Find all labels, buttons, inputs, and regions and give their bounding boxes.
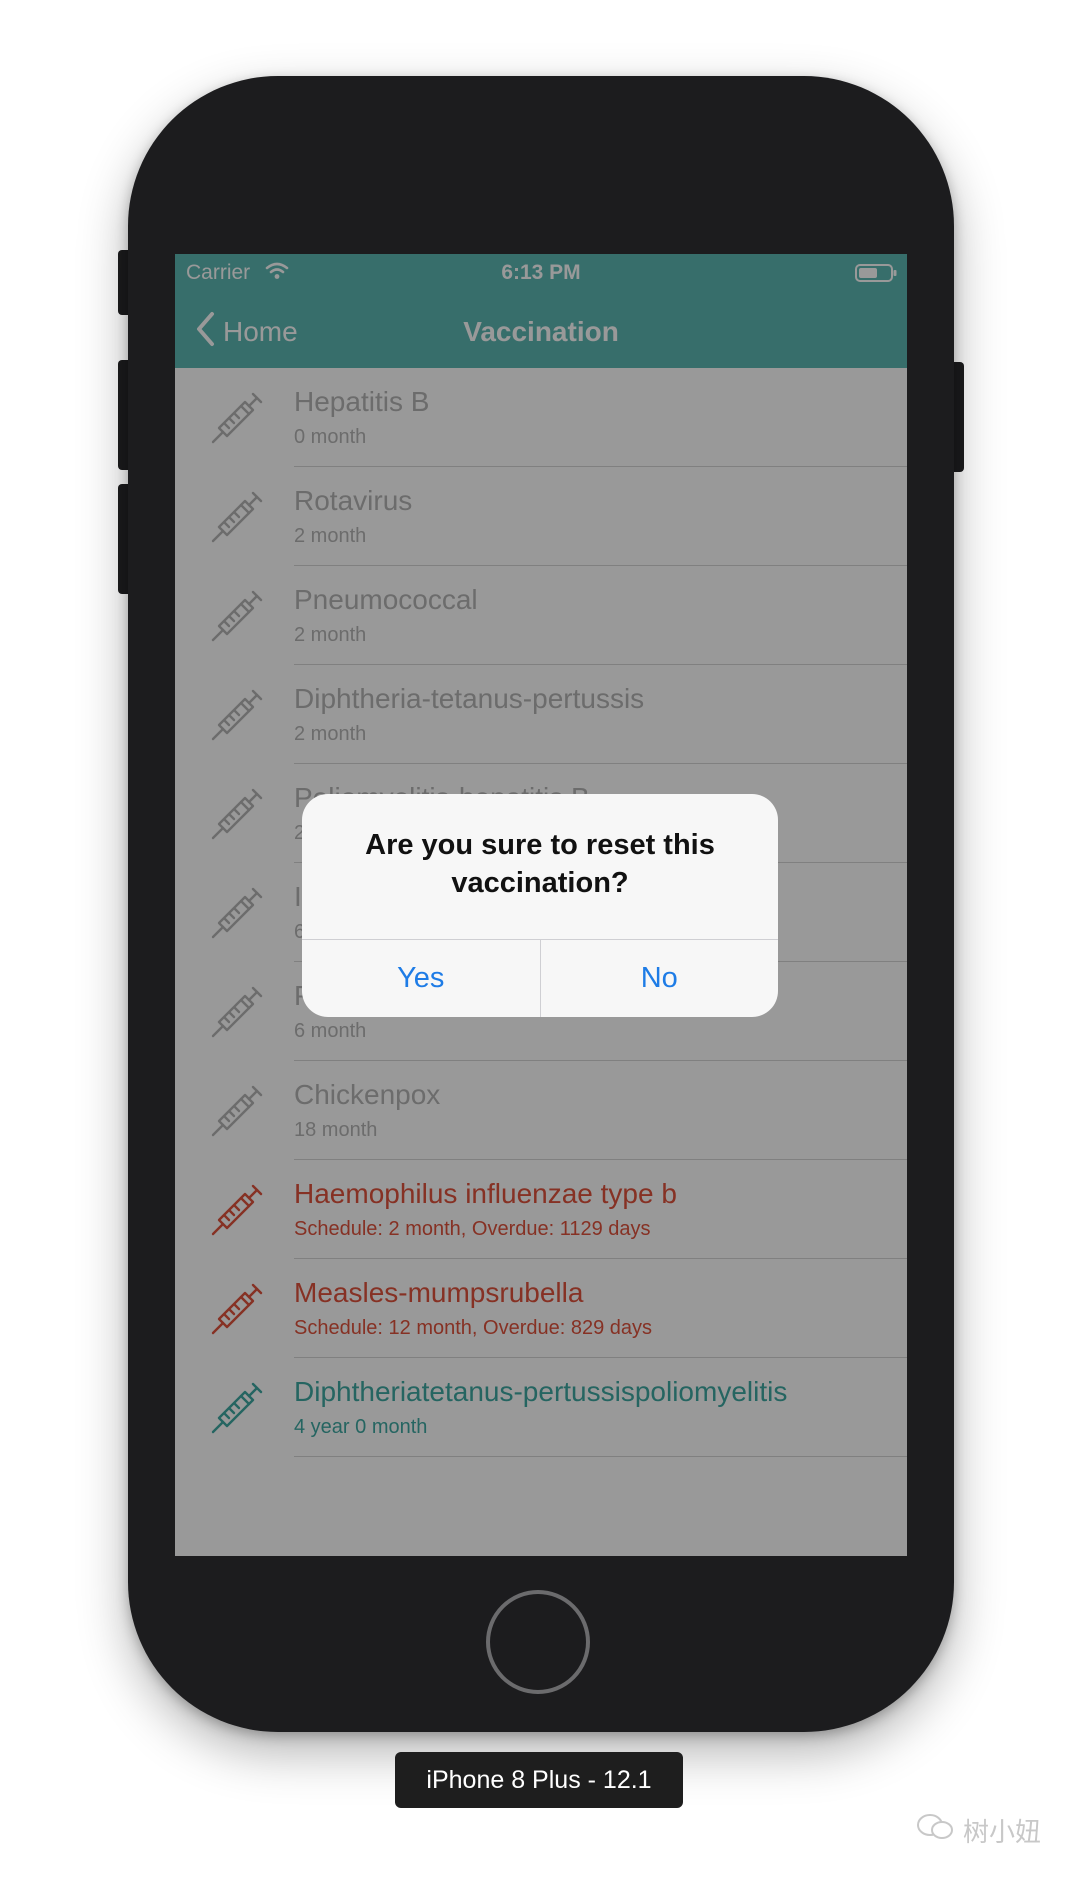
wechat-icon — [915, 1812, 963, 1849]
home-button — [486, 1590, 590, 1694]
watermark: 树小妞 — [915, 1812, 1041, 1849]
reset-confirm-alert: Are you sure to reset this vaccination? … — [302, 794, 778, 1017]
alert-actions: Yes No — [302, 939, 778, 1017]
simulator-stage: Carrier 6:13 PM Home Vaccination Hepatit… — [0, 0, 1080, 1878]
no-button[interactable]: No — [539, 940, 779, 1017]
alert-message: Are you sure to reset this vaccination? — [365, 829, 715, 899]
watermark-text: 树小妞 — [963, 1817, 1042, 1847]
simulator-device-label: iPhone 8 Plus - 12.1 — [395, 1752, 683, 1808]
yes-button[interactable]: Yes — [302, 940, 540, 1017]
